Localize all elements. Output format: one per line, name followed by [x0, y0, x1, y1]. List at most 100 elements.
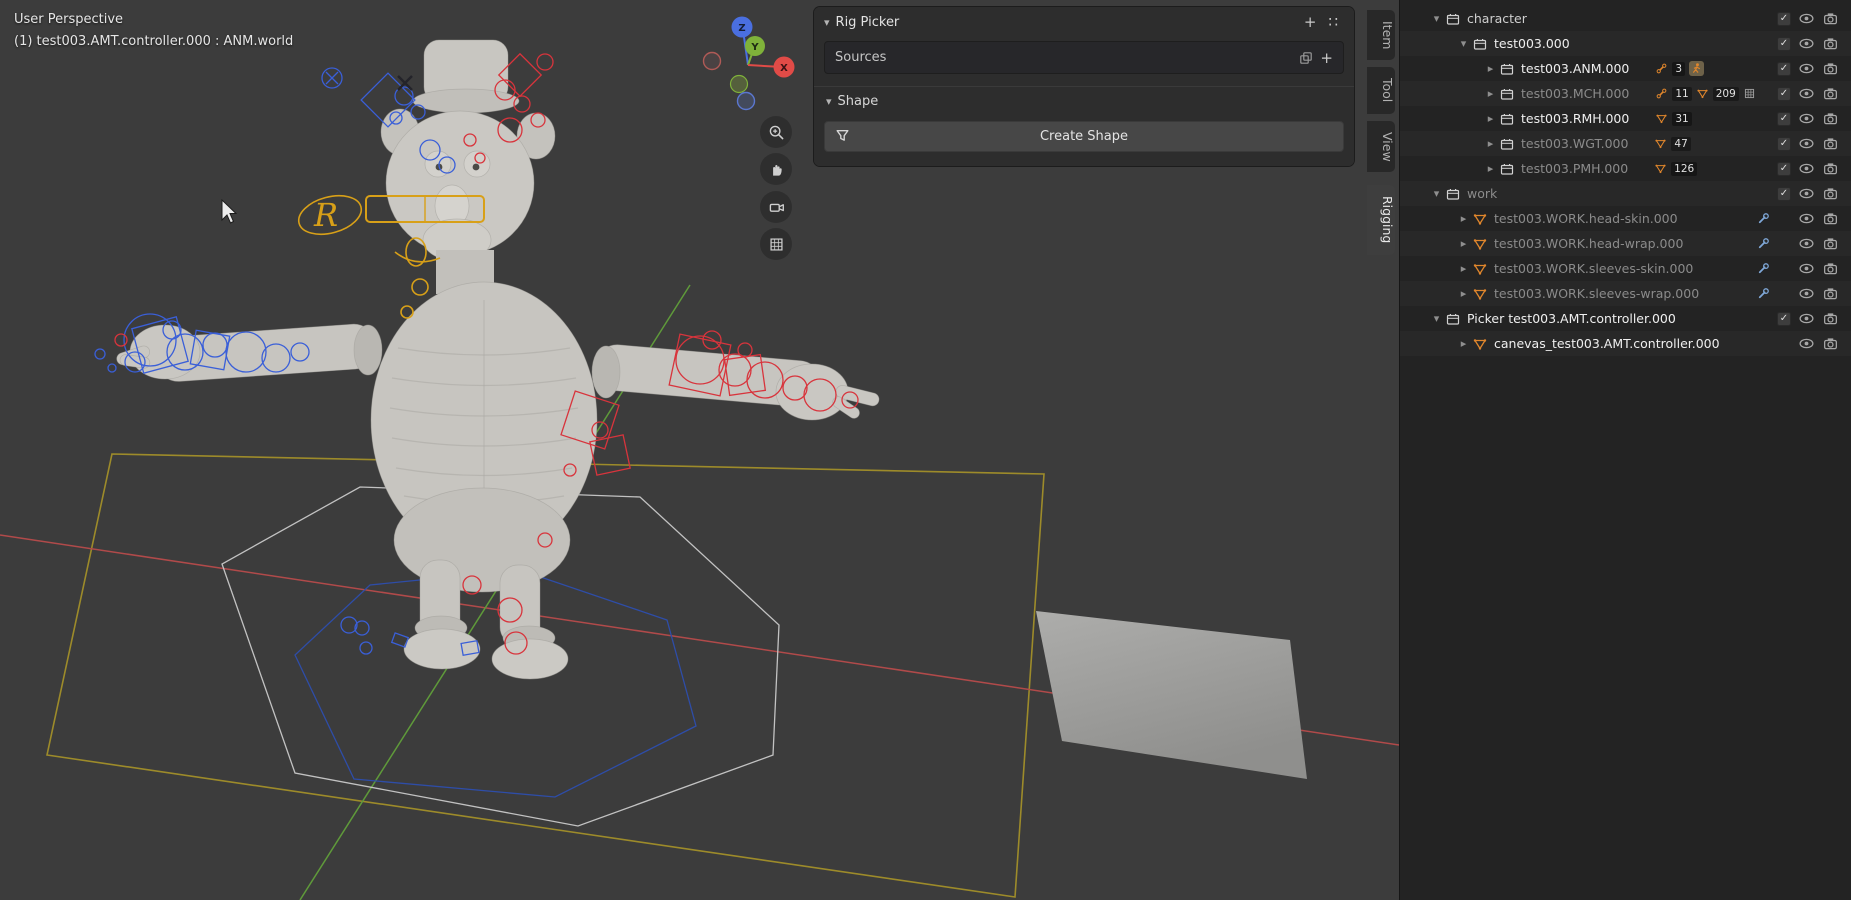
- camera-icon[interactable]: [1822, 185, 1839, 202]
- outliner-row-rmh[interactable]: ▸ test003.RMH.000 31 ✓: [1400, 106, 1851, 131]
- mesh-object-icon: [1472, 336, 1488, 352]
- exclude-checkbox[interactable]: ✓: [1777, 312, 1791, 326]
- eye-icon[interactable]: [1798, 235, 1815, 252]
- outliner-row-picker[interactable]: ▾ Picker test003.AMT.controller.000 ✓: [1400, 306, 1851, 331]
- create-shape-button[interactable]: Create Shape: [824, 121, 1344, 152]
- modifier-wrench-icon[interactable]: [1757, 262, 1770, 275]
- view-axis-gizmo[interactable]: Z Y X: [704, 17, 795, 110]
- exclude-checkbox[interactable]: ✓: [1777, 12, 1791, 26]
- chevron-right-icon[interactable]: ▸: [1482, 87, 1499, 100]
- eye-icon[interactable]: [1798, 85, 1815, 102]
- exclude-checkbox[interactable]: ✓: [1777, 62, 1791, 76]
- outliner-row-character[interactable]: ▾ character ✓: [1400, 6, 1851, 31]
- outliner-row-head-skin[interactable]: ▸ test003.WORK.head-skin.000: [1400, 206, 1851, 231]
- camera-icon[interactable]: [1822, 335, 1839, 352]
- outliner-row-mch[interactable]: ▸ test003.MCH.000 11 209 ✓: [1400, 81, 1851, 106]
- chevron-right-icon[interactable]: ▸: [1482, 112, 1499, 125]
- camera-icon[interactable]: [1822, 210, 1839, 227]
- camera-icon[interactable]: [1822, 60, 1839, 77]
- camera-icon[interactable]: [1822, 285, 1839, 302]
- eye-icon[interactable]: [1798, 160, 1815, 177]
- exclude-checkbox[interactable]: ✓: [1777, 112, 1791, 126]
- eye-icon[interactable]: [1798, 60, 1815, 77]
- chevron-right-icon[interactable]: ▸: [1482, 162, 1499, 175]
- chevron-right-icon[interactable]: ▸: [1455, 262, 1472, 275]
- create-shape-label: Create Shape: [1040, 129, 1128, 144]
- outliner-item-label: Picker test003.AMT.controller.000: [1467, 311, 1676, 326]
- tab-rigging[interactable]: Rigging: [1367, 185, 1395, 254]
- canvas-plane[interactable]: [1036, 611, 1307, 779]
- outliner-row-anm[interactable]: ▸ test003.ANM.000 3 ✓: [1400, 56, 1851, 81]
- camera-icon[interactable]: [1822, 10, 1839, 27]
- chevron-right-icon[interactable]: ▸: [1482, 137, 1499, 150]
- camera-icon[interactable]: [1822, 160, 1839, 177]
- panel-header[interactable]: ▾ Rig Picker + ∷: [814, 7, 1354, 37]
- eye-icon[interactable]: [1798, 210, 1815, 227]
- pose-icon[interactable]: [1689, 61, 1704, 76]
- mesh-icon: [1654, 162, 1667, 175]
- outliner-row-canevas[interactable]: ▸ canevas_test003.AMT.controller.000: [1400, 331, 1851, 356]
- eye-icon[interactable]: [1798, 35, 1815, 52]
- chevron-right-icon[interactable]: ▸: [1455, 287, 1472, 300]
- chevron-down-icon[interactable]: ▾: [1455, 37, 1472, 50]
- chevron-down-icon[interactable]: ▾: [824, 16, 830, 29]
- eye-icon[interactable]: [1798, 310, 1815, 327]
- eye-icon[interactable]: [1798, 110, 1815, 127]
- camera-icon[interactable]: [1822, 135, 1839, 152]
- ortho-toggle-button[interactable]: [760, 228, 792, 260]
- tab-item[interactable]: Item: [1367, 10, 1395, 60]
- exclude-checkbox[interactable]: ✓: [1777, 162, 1791, 176]
- outliner-row-wgt[interactable]: ▸ test003.WGT.000 47 ✓: [1400, 131, 1851, 156]
- chevron-down-icon[interactable]: ▾: [826, 95, 832, 108]
- add-source-button[interactable]: +: [1298, 13, 1323, 31]
- modifier-wrench-icon[interactable]: [1757, 287, 1770, 300]
- chevron-down-icon[interactable]: ▾: [1428, 187, 1445, 200]
- count-badge: 126: [1671, 162, 1697, 176]
- collection-icon: [1472, 36, 1488, 52]
- outliner-row-sleeves-skin[interactable]: ▸ test003.WORK.sleeves-skin.000: [1400, 256, 1851, 281]
- eye-icon[interactable]: [1798, 135, 1815, 152]
- layers-icon[interactable]: [1298, 50, 1314, 66]
- outliner-row-head-wrap[interactable]: ▸ test003.WORK.head-wrap.000: [1400, 231, 1851, 256]
- camera-view-button[interactable]: [760, 191, 792, 223]
- outliner-row-pmh[interactable]: ▸ test003.PMH.000 126 ✓: [1400, 156, 1851, 181]
- sources-list[interactable]: Sources +: [824, 41, 1344, 74]
- camera-icon[interactable]: [1822, 35, 1839, 52]
- eye-icon[interactable]: [1798, 260, 1815, 277]
- modifier-wrench-icon[interactable]: [1757, 237, 1770, 250]
- eye-icon[interactable]: [1798, 185, 1815, 202]
- camera-icon[interactable]: [1822, 85, 1839, 102]
- chevron-down-icon[interactable]: ▾: [1428, 312, 1445, 325]
- modifier-wrench-icon[interactable]: [1757, 212, 1770, 225]
- rig-picker-panel: ▾ Rig Picker + ∷ Sources + ▾ Shape Creat…: [814, 7, 1354, 166]
- camera-icon[interactable]: [1822, 235, 1839, 252]
- outliner-row-test003[interactable]: ▾ test003.000 ✓: [1400, 31, 1851, 56]
- outliner-row-sleeves-wrap[interactable]: ▸ test003.WORK.sleeves-wrap.000: [1400, 281, 1851, 306]
- chevron-right-icon[interactable]: ▸: [1455, 212, 1472, 225]
- outliner-row-work[interactable]: ▾ work ✓: [1400, 181, 1851, 206]
- chevron-down-icon[interactable]: ▾: [1428, 12, 1445, 25]
- panel-title: Rig Picker: [836, 15, 900, 30]
- camera-icon[interactable]: [1822, 310, 1839, 327]
- shape-subpanel-header[interactable]: ▾ Shape: [814, 87, 1354, 115]
- eye-icon[interactable]: [1798, 10, 1815, 27]
- chevron-right-icon[interactable]: ▸: [1455, 237, 1472, 250]
- camera-icon[interactable]: [1822, 110, 1839, 127]
- chevron-right-icon[interactable]: ▸: [1455, 337, 1472, 350]
- exclude-checkbox[interactable]: ✓: [1777, 137, 1791, 151]
- panel-menu-button[interactable]: ∷: [1322, 13, 1344, 31]
- pan-button[interactable]: [760, 153, 792, 185]
- zoom-button[interactable]: [760, 116, 792, 148]
- chevron-right-icon[interactable]: ▸: [1482, 62, 1499, 75]
- camera-icon[interactable]: [1822, 260, 1839, 277]
- 3d-viewport[interactable]: R Z Y X User Perspective (1) test003.AM: [0, 0, 1399, 900]
- tab-tool[interactable]: Tool: [1367, 67, 1395, 113]
- eye-icon[interactable]: [1798, 285, 1815, 302]
- eye-icon[interactable]: [1798, 335, 1815, 352]
- exclude-checkbox[interactable]: ✓: [1777, 187, 1791, 201]
- exclude-checkbox[interactable]: ✓: [1777, 87, 1791, 101]
- tab-view[interactable]: View: [1367, 121, 1395, 173]
- sources-add-button[interactable]: +: [1314, 49, 1333, 67]
- collection-icon: [1499, 86, 1515, 102]
- exclude-checkbox[interactable]: ✓: [1777, 37, 1791, 51]
